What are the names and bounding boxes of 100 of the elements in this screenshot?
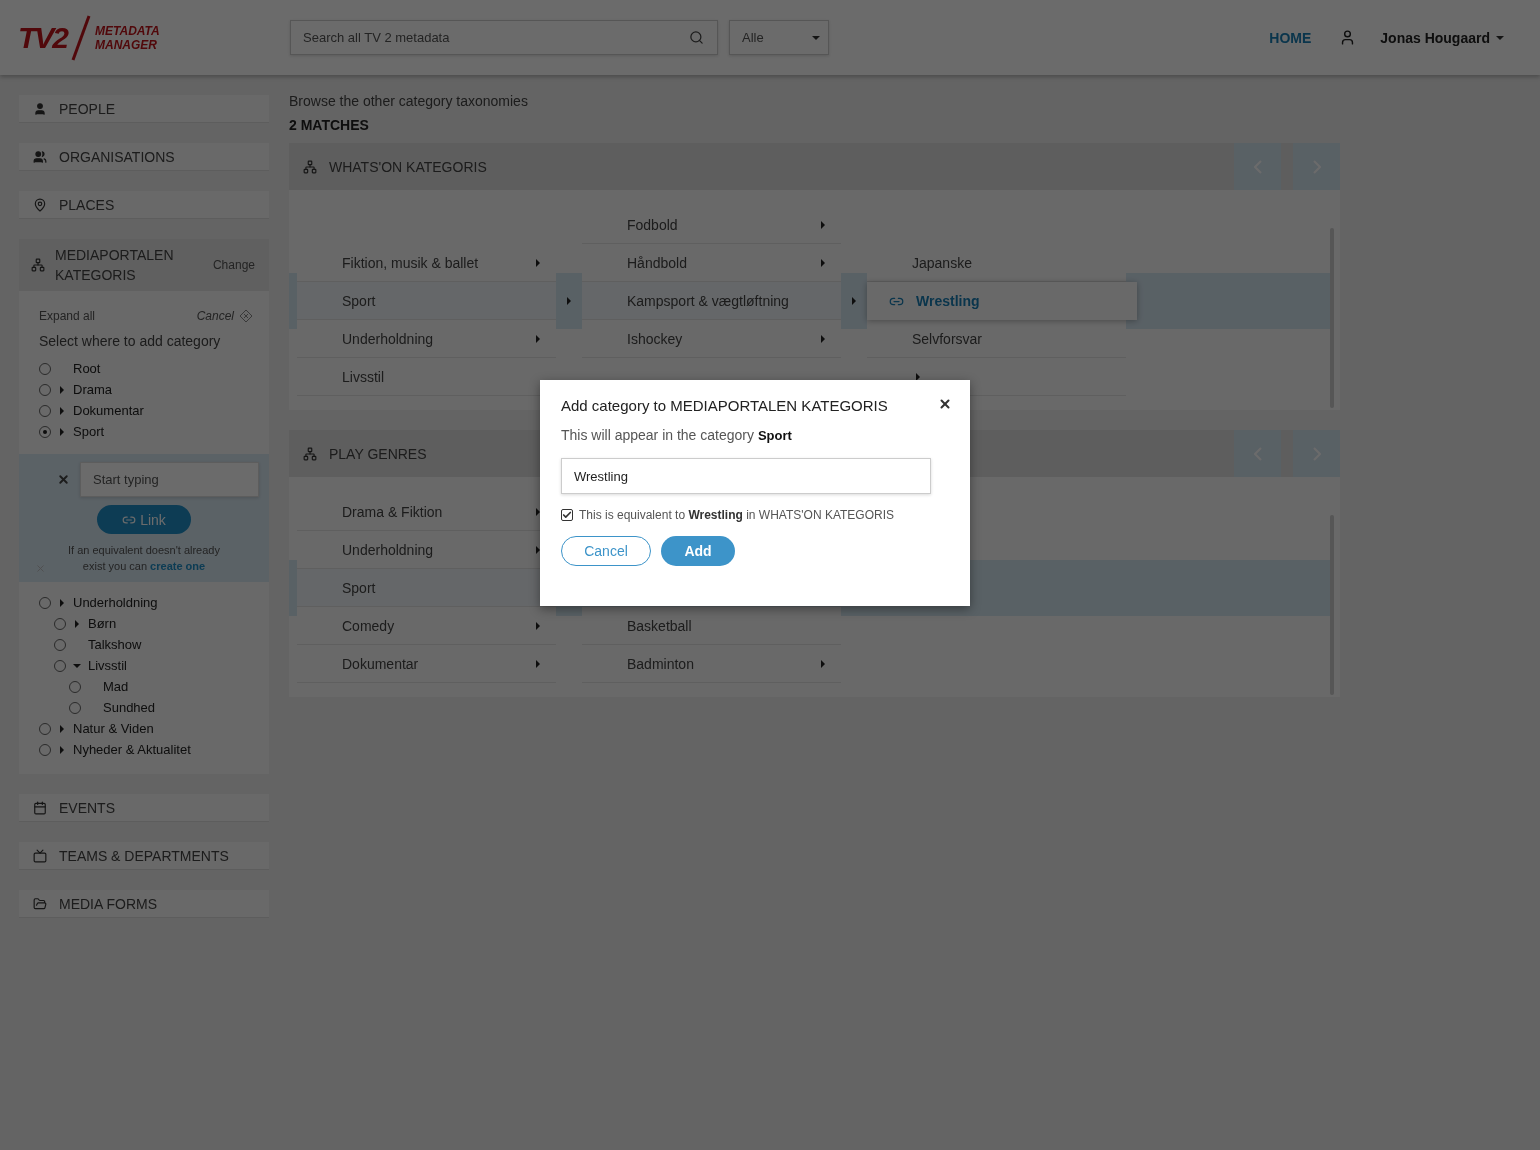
category-label: Sport <box>342 579 376 596</box>
category-row[interactable]: Comedy <box>297 607 556 645</box>
category-label: Comedy <box>342 617 395 634</box>
caret-down-icon[interactable] <box>73 663 81 668</box>
map-pin-icon <box>33 197 47 212</box>
new-category-card[interactable]: Wrestling <box>867 282 1137 320</box>
caret-right-icon[interactable] <box>60 724 64 733</box>
nav-label: PEOPLE <box>59 100 116 117</box>
close-button[interactable] <box>938 397 952 411</box>
logo-text: MANAGER <box>95 37 159 52</box>
nav-item[interactable]: PLACES <box>19 191 269 219</box>
cancel-button[interactable]: Cancel <box>561 536 651 566</box>
nav-item[interactable]: EVENTS <box>19 794 269 822</box>
home-link[interactable]: HOME <box>1269 29 1312 46</box>
tree-item-label: Livsstil <box>88 658 127 673</box>
tree-item-label: Mad <box>103 679 129 694</box>
tv-icon <box>33 848 47 863</box>
category-label: Livsstil <box>342 368 384 385</box>
category-row[interactable]: Ishockey <box>582 320 841 358</box>
tree-item-label: Dokumentar <box>73 403 144 418</box>
expand-all-link[interactable]: Expand all <box>39 309 96 323</box>
tree-item-label: Børn <box>88 616 117 631</box>
search-field[interactable]: Search all TV 2 metadata <box>290 20 718 55</box>
tree-item-label: Sport <box>73 424 105 439</box>
tree-item-label: Underholdning <box>73 595 158 610</box>
caret-right-icon[interactable] <box>60 598 64 607</box>
calendar-icon <box>33 800 47 815</box>
nav-item[interactable]: ORGANISATIONS <box>19 143 269 171</box>
users-icon <box>33 149 47 164</box>
category-row[interactable]: Basketball <box>582 607 841 645</box>
link-button[interactable]: Link <box>97 505 191 534</box>
search-icon <box>689 30 704 45</box>
filter-dropdown[interactable]: Alle <box>729 20 829 55</box>
hierarchy-icon <box>303 446 317 461</box>
category-label: Selvforsvar <box>912 330 983 347</box>
nav-label: EVENTS <box>59 799 115 816</box>
nav-label: TEAMS & DEPARTMENTS <box>59 847 229 864</box>
category-label: Ishockey <box>627 330 683 347</box>
close-icon[interactable] <box>57 473 70 486</box>
add-button[interactable]: Add <box>661 536 735 566</box>
taxonomy-title: MEDIAPORTALEN KATEGORIS <box>55 246 175 285</box>
prompt-text: Select where to add category <box>39 333 222 349</box>
intro-text: Browse the other category taxonomies <box>289 93 529 109</box>
category-label: Fiktion, musik & ballet <box>342 254 479 271</box>
category-label: Håndbold <box>627 254 687 271</box>
dialog-title: Add category to MEDIAPORTALEN KATEGORIS <box>561 397 889 414</box>
equivalent-label: This is equivalent to Wrestling in WHATS'ON KATEGORIS <box>579 508 895 522</box>
nav-item[interactable]: PEOPLE <box>19 95 269 123</box>
caret-right-icon[interactable] <box>75 619 79 628</box>
category-row[interactable]: Kampsport & vægtløftning <box>582 282 841 320</box>
tree-item-label: Natur & Viden <box>73 721 154 736</box>
nav-item[interactable]: TEAMS & DEPARTMENTS <box>19 842 269 870</box>
category-label: Underholdning <box>342 330 434 347</box>
folder-icon <box>33 896 47 911</box>
nav-label: PLACES <box>59 196 115 213</box>
category-label: Dokumentar <box>342 655 419 672</box>
category-row[interactable]: Sport <box>297 282 556 320</box>
caret-right-icon[interactable] <box>60 385 64 394</box>
nav-item[interactable]: MEDIA FORMS <box>19 890 269 918</box>
caret-right-icon[interactable] <box>60 745 64 754</box>
card-title: WHATS'ON KATEGORIS <box>329 158 488 175</box>
tree-item-label: Drama <box>73 382 112 397</box>
nav-label: MEDIA FORMS <box>59 895 157 912</box>
category-label: Fodbold <box>627 216 678 233</box>
logo-text: METADATA <box>95 23 160 38</box>
user-menu[interactable]: Jonas Hougaard <box>1380 29 1504 46</box>
match-count: 2 MATCHES <box>289 117 370 133</box>
dialog-subtitle: This will appear in the category Sport <box>561 427 793 443</box>
category-label: Japanske <box>912 254 972 271</box>
create-link[interactable]: create one <box>150 560 206 572</box>
category-label: Basketball <box>627 617 692 634</box>
category-name-field[interactable]: Wrestling <box>561 458 931 494</box>
logo-mark[interactable]: TV2 <box>18 20 68 55</box>
person-icon <box>33 101 47 116</box>
checkbox[interactable] <box>561 509 573 521</box>
category-label: Underholdning <box>342 541 434 558</box>
change-link[interactable]: Change <box>212 258 255 272</box>
caret-right-icon[interactable] <box>60 406 64 415</box>
link-search-field[interactable]: Start typing <box>80 462 259 497</box>
caret-down-icon <box>812 35 820 40</box>
category-row[interactable]: Sport <box>297 569 556 607</box>
cancel-link[interactable]: Cancel <box>196 309 234 323</box>
tree-item-label: Talkshow <box>88 637 142 652</box>
close-diamond-icon[interactable] <box>239 309 253 323</box>
slash-icon <box>71 14 92 61</box>
caret-right-icon[interactable] <box>60 427 64 436</box>
tree-item-label: Sundhed <box>103 700 156 715</box>
category-label: Kampsport & vægtløftning <box>627 292 789 309</box>
category-label: Sport <box>342 292 376 309</box>
card-title: PLAY GENRES <box>329 445 428 462</box>
hierarchy-icon <box>31 258 45 272</box>
hierarchy-icon <box>303 159 317 174</box>
category-row[interactable]: Underholdning <box>297 320 556 358</box>
category-row[interactable]: Selvforsvar <box>867 320 1126 358</box>
nav-label: ORGANISATIONS <box>59 148 175 165</box>
tree-item-label: Nyheder & Aktualitet <box>73 742 191 757</box>
close-icon <box>938 397 952 411</box>
category-label: Badminton <box>627 655 694 672</box>
tree-item-label: Root <box>73 361 101 376</box>
hint-text: If an equivalent doesn't already exist you can create one <box>56 542 232 574</box>
